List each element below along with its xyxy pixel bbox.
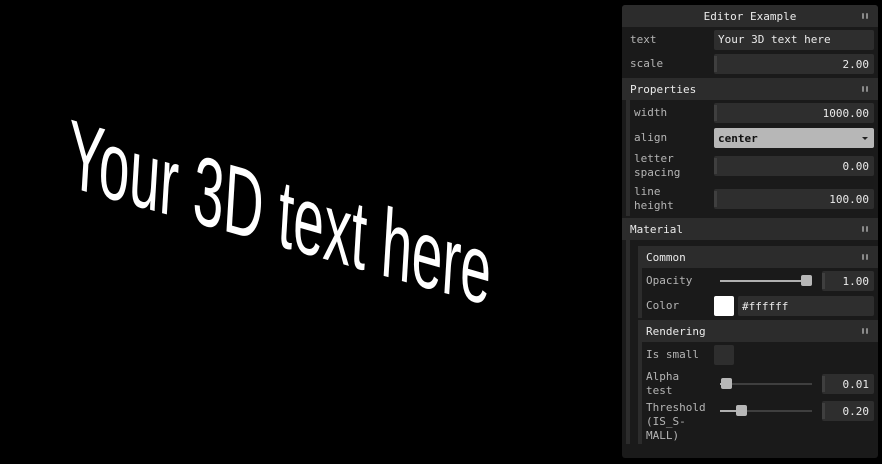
scene-canvas: Your 3D text here — [65, 100, 495, 327]
alpha-test-label: Alpha test — [646, 370, 680, 397]
text-label: text — [630, 32, 657, 46]
width-input[interactable]: 1000.00 — [714, 103, 874, 123]
letter-spacing-input[interactable]: 0.00 — [714, 156, 874, 176]
collapse-grip-icon[interactable] — [862, 328, 868, 334]
color-input[interactable]: #ffffff — [738, 296, 874, 316]
is-small-label: Is small — [646, 348, 699, 361]
scale-label: scale — [630, 57, 664, 70]
align-value: center — [718, 131, 758, 145]
letter-spacing-label: letter spacing — [634, 152, 681, 179]
threshold-input[interactable]: 0.20 — [822, 401, 874, 421]
scale-input[interactable]: 2.00 — [714, 54, 874, 74]
3d-text: Your 3D text here — [65, 100, 495, 327]
text-row: text Your 3D text here — [622, 27, 878, 52]
color-row: Color #ffffff — [642, 294, 878, 318]
collapse-grip-icon[interactable] — [862, 86, 868, 92]
opacity-slider-handle[interactable] — [801, 275, 812, 286]
collapse-grip-icon[interactable] — [862, 226, 868, 232]
text-input[interactable]: Your 3D text here — [714, 29, 874, 50]
opacity-row: Opacity 1.00 — [642, 268, 878, 294]
width-row: width 1000.00 — [630, 100, 878, 126]
align-row: align center — [630, 126, 878, 150]
align-select[interactable]: center — [714, 128, 874, 148]
threshold-slider-handle[interactable] — [736, 405, 748, 416]
common-folder-title[interactable]: Common — [638, 246, 878, 268]
opacity-input[interactable]: 1.00 — [822, 271, 874, 291]
material-body: Common Opacity 1.00 Color #ffffff Render… — [626, 240, 878, 444]
threshold-row: Threshold (IS_S- MALL) 0.20 — [642, 400, 878, 444]
line-height-input[interactable]: 100.00 — [714, 189, 874, 209]
line-height-row: line height 100.00 — [630, 182, 878, 216]
material-title: Material — [630, 222, 683, 236]
align-label: align — [634, 131, 668, 144]
rendering-title: Rendering — [646, 324, 706, 338]
threshold-label: Threshold (IS_S- MALL) — [646, 401, 706, 442]
letter-spacing-row: letter spacing 0.00 — [630, 150, 878, 182]
panel-title: Editor Example — [703, 9, 797, 23]
opacity-label: Opacity — [646, 274, 693, 287]
common-body: Opacity 1.00 Color #ffffff — [638, 268, 878, 318]
properties-folder-title[interactable]: Properties — [622, 78, 878, 100]
rendering-folder-title[interactable]: Rendering — [638, 320, 878, 342]
alpha-test-row: Alpha test 0.01 — [642, 368, 878, 400]
alpha-test-slider-handle[interactable] — [720, 378, 732, 389]
opacity-slider-fill — [720, 280, 803, 282]
rendering-body: Is small Alpha test 0.01 Threshold (IS_S… — [638, 342, 878, 444]
editor-panel: Editor Example text Your 3D text here sc… — [622, 5, 878, 458]
properties-body: width 1000.00 align center letter spacin… — [626, 100, 878, 216]
dropdown-caret-icon — [862, 137, 868, 140]
line-height-label: line height — [634, 185, 674, 212]
collapse-grip-icon[interactable] — [862, 254, 868, 260]
scale-row: scale 2.00 — [622, 52, 878, 76]
3d-viewport[interactable]: Your 3D text here — [0, 0, 620, 464]
is-small-row: Is small — [642, 342, 878, 368]
color-swatch[interactable] — [714, 296, 734, 316]
material-folder-title[interactable]: Material — [622, 218, 878, 240]
collapse-grip-icon[interactable] — [862, 13, 868, 19]
is-small-checkbox[interactable] — [714, 345, 734, 365]
properties-title: Properties — [630, 82, 697, 96]
alpha-test-input[interactable]: 0.01 — [822, 374, 874, 394]
alpha-test-slider-track[interactable] — [720, 383, 812, 385]
color-label: Color — [646, 299, 680, 312]
common-title: Common — [646, 250, 686, 264]
panel-title-bar[interactable]: Editor Example — [622, 5, 878, 27]
width-label: width — [634, 106, 668, 119]
